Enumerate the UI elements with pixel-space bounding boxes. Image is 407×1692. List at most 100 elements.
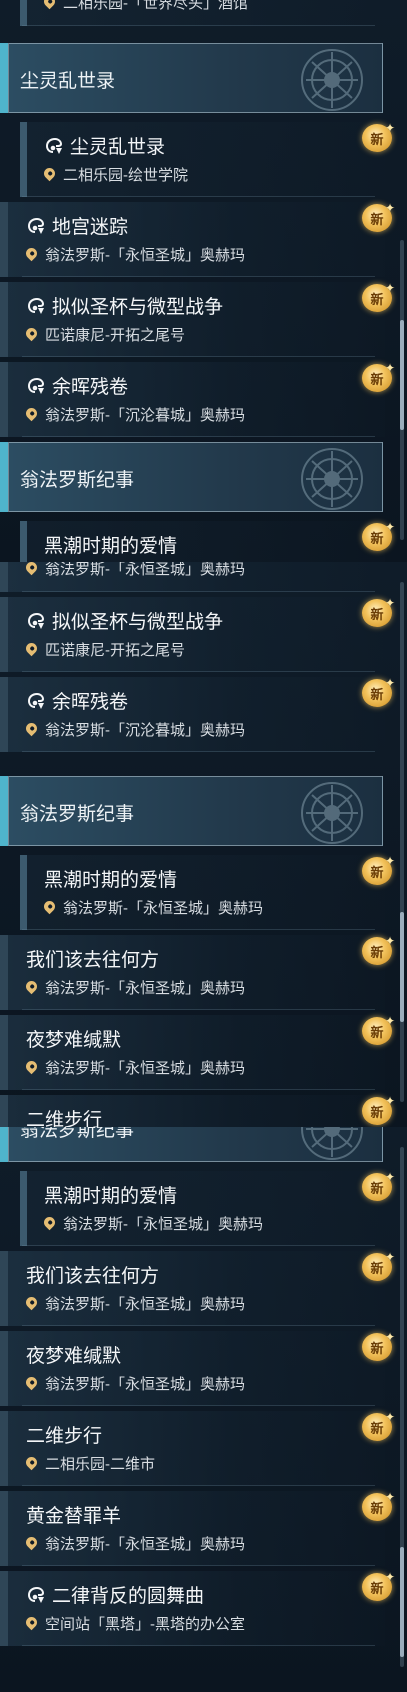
quest-location-text: 翁法罗斯-「永恒圣城」奥赫玛	[45, 247, 245, 264]
quest-title: 二律背反的圆舞曲	[26, 1585, 204, 1609]
quest-mark-icon	[28, 218, 44, 234]
quest-list-item[interactable]: 余晖残卷 翁法罗斯-「沉沦暮城」奥赫玛 ✦ 新	[0, 676, 395, 752]
quest-location-text: 翁法罗斯-「永恒圣城」奥赫玛	[63, 900, 263, 917]
quest-list-item[interactable]: 夜梦难缄默 翁法罗斯-「永恒圣城」奥赫玛 ✦ 新	[0, 1330, 395, 1406]
quest-list-item[interactable]: 我们该去往何方翁法罗斯-「永恒圣城」奥赫玛 ✦ 新	[0, 1250, 395, 1326]
scrollbar-thumb[interactable]	[400, 320, 404, 430]
quest-list-item[interactable]: 二维步行 二相乐园-二维市 ✦ 新	[0, 1410, 395, 1486]
item-divider	[22, 929, 375, 930]
new-badge-label: 新	[370, 865, 384, 880]
quest-list-item[interactable]: 二相乐园-「世界尽头」酒馆	[0, 0, 385, 26]
quest-list-item[interactable]: 黄金替罪羊 翁法罗斯-「永恒圣城」奥赫玛 ✦ 新	[0, 1490, 395, 1566]
quest-location-text: 翁法罗斯-「永恒圣城」奥赫玛	[45, 1060, 245, 1077]
quest-location: 翁法罗斯-「永恒圣城」奥赫玛	[23, 1294, 245, 1315]
quest-location-text: 翁法罗斯-「永恒圣城」奥赫玛	[45, 1536, 245, 1553]
quest-location-text: 翁法罗斯-「永恒圣城」奥赫玛	[45, 980, 245, 997]
quest-title: 余晖残卷	[26, 691, 128, 715]
section-title: 翁法罗斯纪事	[20, 804, 135, 825]
quest-location-text: 翁法罗斯-「永恒圣城」奥赫玛	[45, 1376, 245, 1393]
item-accent-bar	[0, 562, 8, 592]
new-badge-label: 新	[370, 1581, 384, 1596]
quest-list-item[interactable]: 二律背反的圆舞曲 空间站「黑塔」-黑塔的办公室 ✦ 新	[0, 1570, 395, 1646]
location-pin-icon	[23, 1454, 40, 1471]
item-accent-bar	[0, 1411, 8, 1486]
new-badge-label: 新	[370, 1181, 384, 1196]
item-divider	[22, 1485, 375, 1486]
quest-title-text: 二维步行	[26, 1110, 103, 1127]
quest-title-text: 二维步行	[26, 1426, 103, 1447]
quest-location: 空间站「黑塔」-黑塔的办公室	[23, 1614, 245, 1635]
section-header[interactable]: 翁法罗斯纪事	[0, 776, 383, 846]
new-badge-icon: ✦ 新	[362, 1094, 395, 1127]
new-badge-icon: ✦ 新	[362, 596, 395, 629]
quest-location: 翁法罗斯-「永恒圣城」奥赫玛	[23, 1534, 245, 1555]
quest-location: 翁法罗斯-「永恒圣城」奥赫玛	[23, 245, 245, 266]
quest-list-item[interactable]: 翁法罗斯-「永恒圣城」奥赫玛✦新	[0, 562, 385, 592]
quest-list-item[interactable]: 我们该去往何方 翁法罗斯-「永恒圣城」奥赫玛 ✦ 新	[0, 934, 395, 1010]
new-badge-label: 新	[370, 1261, 384, 1276]
quest-list-item[interactable]: 黑潮时期的爱情 ✦ 新	[0, 520, 395, 562]
new-badge-icon: ✦ 新	[362, 1250, 395, 1283]
section-header[interactable]: 翁法罗斯纪事	[0, 1127, 383, 1162]
quest-list-item[interactable]: 余晖残卷 翁法罗斯-「沉沦暮城」奥赫玛 ✦ 新	[0, 361, 395, 437]
quest-list-item[interactable]: 地宫迷踪 翁法罗斯-「永恒圣城」奥赫玛 ✦ 新	[0, 201, 395, 277]
faction-emblem-icon	[301, 448, 363, 510]
new-badge-label: 新	[370, 945, 384, 960]
quest-location-text: 空间站「黑塔」-黑塔的办公室	[45, 1616, 245, 1633]
location-pin-icon	[23, 720, 40, 737]
section-header[interactable]: 尘灵乱世录	[0, 43, 383, 113]
item-divider	[22, 591, 375, 592]
item-divider	[22, 196, 375, 197]
quest-list-item[interactable]: 拟似圣杯与微型战争 匹诺康尼-开拓之尾号 ✦ 新	[0, 281, 395, 357]
location-pin-icon	[23, 1614, 40, 1631]
scrollbar[interactable]	[400, 240, 404, 540]
quest-list-item[interactable]: 黑潮时期的爱情 翁法罗斯-「永恒圣城」奥赫玛 ✦ 新	[0, 1170, 395, 1246]
quest-list-item[interactable]: 尘灵乱世录 二相乐园-绘世学院 ✦ 新	[0, 121, 395, 197]
quest-list-item[interactable]: 拟似圣杯与微型战争 匹诺康尼-开拓之尾号 ✦ 新	[0, 596, 395, 672]
quest-title-text: 拟似圣杯与微型战争	[52, 612, 224, 633]
quest-list-item[interactable]: 黑潮时期的爱情 翁法罗斯-「永恒圣城」奥赫玛 ✦ 新	[0, 854, 395, 930]
quest-location: 翁法罗斯-「永恒圣城」奥赫玛	[23, 562, 245, 580]
quest-list-item[interactable]: 夜梦难缄默 翁法罗斯-「永恒圣城」奥赫玛 ✦ 新	[0, 1014, 395, 1090]
quest-list-item[interactable]: 二维步行 ✦ 新	[0, 1094, 395, 1127]
quest-list-screen-3: 翁法罗斯纪事 黑潮时期的爱情 翁法罗斯-「永恒圣城」奥赫玛 ✦ 新我们该去往何方 翁法罗斯…	[0, 1127, 407, 1692]
quest-title-text: 拟似圣杯与微型战争	[52, 297, 224, 318]
quest-mark-icon	[28, 1587, 44, 1603]
quest-title: 余晖残卷	[26, 376, 128, 400]
scrollbar[interactable]	[400, 1147, 404, 1667]
quest-location-text: 翁法罗斯-「沉沦暮城」奥赫玛	[45, 722, 245, 739]
new-badge-label: 新	[370, 1025, 384, 1040]
section-header[interactable]: 翁法罗斯纪事	[0, 442, 383, 512]
quest-mark-icon	[28, 298, 44, 314]
scrollbar[interactable]	[400, 582, 404, 1102]
item-accent-bar	[0, 282, 8, 357]
section-title: 翁法罗斯纪事	[20, 1127, 135, 1141]
new-badge-label: 新	[370, 212, 384, 227]
quest-title: 地宫迷踪	[26, 216, 128, 240]
location-pin-icon	[23, 640, 40, 657]
quest-mark-icon	[28, 693, 44, 709]
location-pin-icon	[23, 1294, 40, 1311]
quest-location: 翁法罗斯-「永恒圣城」奥赫玛	[41, 898, 263, 919]
section-accent-bar	[0, 442, 8, 512]
quest-location-text: 翁法罗斯-「沉沦暮城」奥赫玛	[45, 407, 245, 424]
item-accent-bar	[20, 1171, 27, 1246]
item-divider	[22, 356, 375, 357]
quest-location-text: 二相乐园-「世界尽头」酒馆	[63, 0, 248, 12]
quest-title-text: 黑潮时期的爱情	[44, 870, 178, 891]
location-pin-icon	[23, 325, 40, 342]
scrollbar-thumb[interactable]	[400, 912, 404, 1022]
item-divider	[22, 276, 375, 277]
location-pin-icon	[41, 165, 58, 182]
quest-title: 我们该去往何方	[26, 1265, 159, 1289]
quest-title: 二维步行	[26, 1425, 102, 1449]
quest-title: 二维步行	[26, 1109, 102, 1127]
quest-title: 夜梦难缄默	[26, 1345, 121, 1369]
quest-location-text: 翁法罗斯-「永恒圣城」奥赫玛	[63, 1216, 263, 1233]
item-divider	[22, 1009, 375, 1010]
quest-location: 翁法罗斯-「沉沦暮城」奥赫玛	[23, 720, 245, 741]
new-badge-icon: ✦ 新	[362, 1014, 395, 1047]
scrollbar-thumb[interactable]	[400, 1547, 404, 1657]
quest-location: 翁法罗斯-「永恒圣城」奥赫玛	[23, 1058, 245, 1079]
faction-emblem-icon	[301, 782, 363, 844]
